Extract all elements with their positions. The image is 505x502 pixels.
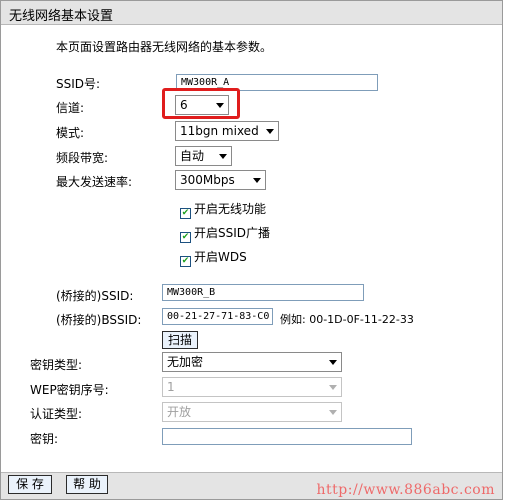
bssid-example-text: 例如: 00-1D-0F-11-22-33 [280, 313, 414, 326]
bandwidth-value: 自动 [180, 149, 205, 163]
auth-type-label: 认证类型: [30, 407, 83, 421]
watermark-text: http://www.886abc.com [316, 482, 495, 498]
key-label: 密钥: [30, 432, 59, 446]
chevron-down-icon [329, 410, 337, 415]
ssid-broadcast-row[interactable]: ✔ 开启SSID广播 [180, 224, 270, 243]
wep-index-select: 1 [162, 377, 342, 397]
key-input[interactable] [162, 428, 412, 445]
wireless-enable-label: 开启无线功能 [194, 202, 267, 216]
page-description: 本页面设置路由器无线网络的基本参数。 [56, 40, 273, 54]
page-title: 无线网络基本设置 [9, 9, 114, 24]
rate-label: 最大发送速率: [56, 175, 133, 189]
save-button[interactable]: 保 存 [8, 475, 52, 494]
title-bar: 无线网络基本设置 [1, 1, 502, 25]
auth-type-value: 开放 [167, 405, 192, 419]
help-button[interactable]: 帮 助 [66, 475, 108, 494]
chevron-down-icon [329, 385, 337, 390]
bridge-bssid-label: (桥接的)BSSID: [56, 313, 142, 327]
ssid-label: SSID号: [56, 77, 101, 91]
bandwidth-label: 频段带宽: [56, 151, 109, 165]
mode-label: 模式: [56, 126, 85, 140]
wds-enable-label: 开启WDS [194, 250, 247, 264]
key-type-label: 密钥类型: [30, 358, 83, 372]
key-type-value: 无加密 [167, 355, 204, 369]
rate-select[interactable]: 300Mbps [175, 170, 266, 190]
bridge-ssid-input[interactable]: MW300R_B [162, 284, 364, 301]
wireless-enable-row[interactable]: ✔ 开启无线功能 [180, 200, 266, 219]
bridge-bssid-input[interactable]: 00-21-27-71-83-C0 [162, 308, 273, 325]
chevron-down-icon [219, 154, 227, 159]
wds-enable-row[interactable]: ✔ 开启WDS [180, 248, 247, 267]
chevron-down-icon [266, 129, 274, 134]
checkbox-checked-icon[interactable]: ✔ [180, 232, 191, 243]
channel-highlight-box [162, 88, 240, 119]
auth-type-select: 开放 [162, 402, 342, 422]
bridge-ssid-label: (桥接的)SSID: [56, 289, 134, 303]
ssid-broadcast-label: 开启SSID广播 [194, 226, 271, 240]
rate-value: 300Mbps [180, 173, 235, 187]
checkbox-checked-icon[interactable]: ✔ [180, 256, 191, 267]
mode-select[interactable]: 11bgn mixed [175, 121, 279, 141]
wep-index-value: 1 [167, 380, 175, 394]
chevron-down-icon [329, 360, 337, 365]
wep-index-label: WEP密钥序号: [30, 383, 109, 397]
channel-label: 信道: [56, 101, 85, 115]
scan-button[interactable]: 扫描 [162, 331, 198, 349]
mode-value: 11bgn mixed [180, 124, 259, 138]
checkbox-checked-icon[interactable]: ✔ [180, 208, 191, 219]
bandwidth-select[interactable]: 自动 [175, 146, 232, 166]
key-type-select[interactable]: 无加密 [162, 352, 342, 372]
chevron-down-icon [253, 178, 261, 183]
